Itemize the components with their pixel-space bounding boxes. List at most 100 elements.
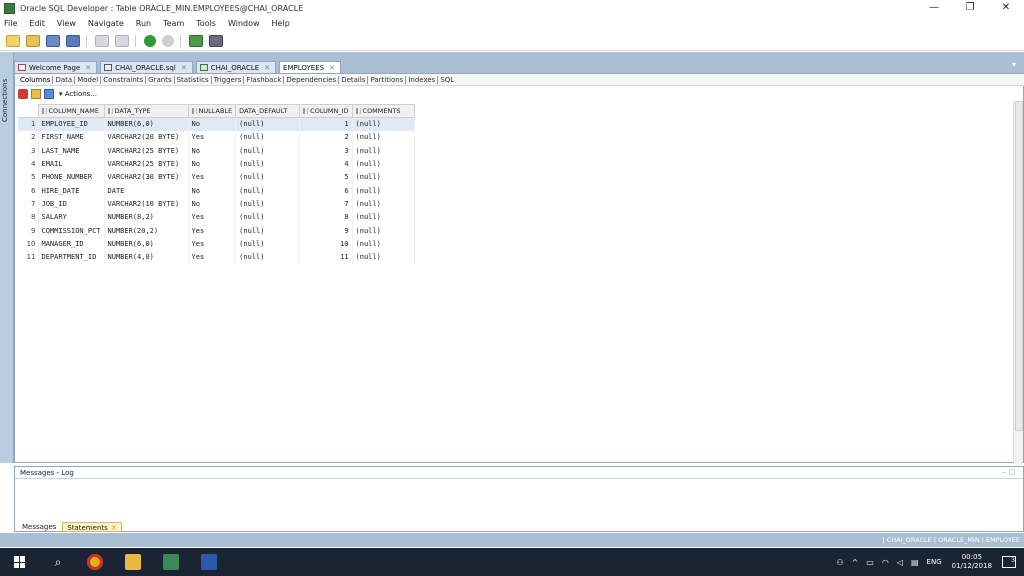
table-row[interactable]: 7 JOB_ID VARCHAR2(10 BYTE) No (null) 7 (null) xyxy=(18,197,415,211)
menu-help[interactable]: Help xyxy=(272,19,290,28)
clock-date: 01/12/2018 xyxy=(951,562,992,570)
minimize-button[interactable]: — xyxy=(916,0,952,16)
search-icon[interactable]: ⌕ xyxy=(48,555,68,570)
vertical-scrollbar[interactable] xyxy=(1013,101,1023,464)
undo-icon[interactable] xyxy=(95,34,109,47)
close-tab-icon[interactable]: ✕ xyxy=(181,64,187,72)
close-tab-icon[interactable]: ✕ xyxy=(329,64,335,72)
forward-icon[interactable] xyxy=(162,34,174,47)
start-button[interactable] xyxy=(0,548,40,576)
table-row[interactable]: 3 LAST_NAME VARCHAR2(25 BYTE) No (null) 3 (nul… xyxy=(18,144,415,158)
connections-label[interactable]: Connections xyxy=(1,79,9,122)
tab-messages[interactable]: Messages xyxy=(18,522,60,532)
table-row[interactable]: 6 HIRE_DATE DATE No (null) 6 (null) xyxy=(18,183,415,198)
volume-icon[interactable]: ◁ xyxy=(897,558,903,567)
windows-logo-icon xyxy=(14,556,26,568)
subtab-columns[interactable]: Columns xyxy=(18,75,54,84)
table-editor: Columns Data Model Constraints Grants St… xyxy=(14,73,1024,464)
table-row[interactable]: 11 DEPARTMENT_ID NUMBER(4,0) Yes (null) 11 (nu… xyxy=(18,250,415,264)
new-file-icon[interactable] xyxy=(6,34,20,47)
subtab-details[interactable]: Details xyxy=(339,75,369,84)
subtab-model[interactable]: Model xyxy=(75,75,102,84)
sql-worksheet-icon[interactable] xyxy=(189,34,203,47)
monitor-icon[interactable] xyxy=(209,34,223,47)
main-workspace: Connections Welcome Page ✕ CHAI_ORACLE.s… xyxy=(0,52,1024,464)
people-icon[interactable]: ⚇ xyxy=(836,558,843,567)
column-header-column-id[interactable]: COLUMN_ID xyxy=(299,104,353,118)
subtab-dependencies[interactable]: Dependencies xyxy=(284,75,340,84)
menu-file[interactable]: File xyxy=(4,19,17,28)
open-folder-icon[interactable] xyxy=(26,34,40,47)
scrollbar-thumb[interactable] xyxy=(1015,101,1023,431)
subtab-constraints[interactable]: Constraints xyxy=(101,75,147,84)
menu-window[interactable]: Window xyxy=(228,19,260,28)
panel-minimize-icon[interactable]: – ▢ xyxy=(1003,468,1015,476)
table-row[interactable]: 5 PHONE_NUMBER VARCHAR2(30 BYTE) Yes (null) 5… xyxy=(18,170,415,184)
keyboard-icon[interactable]: ▤ xyxy=(911,558,919,567)
refresh-icon[interactable] xyxy=(44,89,54,99)
column-header-column-name[interactable]: COLUMN_NAME xyxy=(37,104,105,118)
windows-taskbar: ⌕ ⚇ ^ ▭ ◠ ◁ ▤ ENG 00:05 01/12/2018 3 xyxy=(0,548,1024,576)
language-indicator[interactable]: ENG xyxy=(927,558,942,566)
toolbar-separator xyxy=(180,34,181,47)
column-header-comments[interactable]: COMMENTS xyxy=(351,104,415,118)
object-sub-tabs: Columns Data Model Constraints Grants St… xyxy=(15,74,1024,86)
menu-tools[interactable]: Tools xyxy=(196,19,216,28)
clock[interactable]: 00:05 01/12/2018 xyxy=(952,553,992,571)
tab-statements[interactable]: Statements ✕ xyxy=(62,521,122,532)
subtab-sql[interactable]: SQL xyxy=(438,76,456,84)
save-all-icon[interactable] xyxy=(66,34,80,47)
table-row[interactable]: 1 EMPLOYEE_ID NUMBER(6,0) No (null) 1 (null) xyxy=(18,117,415,131)
tab-employees[interactable]: EMPLOYEES ✕ xyxy=(28,61,341,117)
maximize-button[interactable]: ❐ xyxy=(952,0,988,16)
close-button[interactable]: ✕ xyxy=(988,0,1024,16)
subtab-statistics[interactable]: Statistics xyxy=(175,75,212,84)
tab-list-dropdown-icon[interactable]: ▾ xyxy=(1008,60,1020,72)
actions-menu[interactable]: ▾ Actions... xyxy=(59,90,97,98)
notification-center-icon[interactable]: 3 xyxy=(1002,556,1016,568)
file-explorer-icon[interactable] xyxy=(125,554,141,570)
save-icon[interactable] xyxy=(46,34,60,47)
redo-icon[interactable] xyxy=(115,34,129,47)
back-icon[interactable] xyxy=(144,34,156,47)
menu-view[interactable]: View xyxy=(57,19,76,28)
subtab-data[interactable]: Data xyxy=(53,75,76,84)
table-row[interactable]: 8 SALARY NUMBER(8,2) Yes (null) 8 (null) xyxy=(18,210,415,224)
menu-edit[interactable]: Edit xyxy=(29,19,45,28)
subtab-partitions[interactable]: Partitions xyxy=(368,75,407,84)
close-tab-icon[interactable]: ✕ xyxy=(85,64,91,72)
battery-icon[interactable]: ▭ xyxy=(866,558,874,567)
pin-icon[interactable] xyxy=(18,89,28,99)
messages-tabs: Messages Statements ✕ xyxy=(15,521,124,532)
column-header-data-default[interactable]: DATA_DEFAULT xyxy=(235,104,301,118)
table-row[interactable]: 2 FIRST_NAME VARCHAR2(20 BYTE) Yes (null) 2 (n… xyxy=(18,130,415,145)
sort-icon xyxy=(355,108,361,114)
word-icon[interactable] xyxy=(201,554,217,570)
title-bar: Oracle SQL Developer : Table ORACLE_MIN.… xyxy=(0,0,1024,16)
subtab-indexes[interactable]: Indexes xyxy=(406,75,439,84)
column-header-data-type[interactable]: DATA_TYPE xyxy=(103,104,189,118)
wifi-icon[interactable]: ◠ xyxy=(882,558,889,567)
tab-chai-oracle[interactable]: CHAI_ORACLE ✕ xyxy=(195,61,277,73)
subtab-grants[interactable]: Grants xyxy=(146,75,175,84)
chrome-icon[interactable] xyxy=(87,554,103,570)
subtab-triggers[interactable]: Triggers xyxy=(212,75,245,84)
sql-developer-taskbar-icon[interactable] xyxy=(163,554,179,570)
subtab-flashback[interactable]: Flashback xyxy=(244,75,285,84)
close-tab-icon[interactable]: ✕ xyxy=(264,64,270,72)
show-hidden-icons-icon[interactable]: ^ xyxy=(852,558,859,567)
connections-side-panel[interactable]: Connections xyxy=(0,52,14,463)
menu-team[interactable]: Team xyxy=(163,19,184,28)
tab-chai-oracle-sql[interactable]: CHAI_ORACLE.sql ✕ xyxy=(100,61,193,73)
tab-welcome-page[interactable]: Welcome Page ✕ xyxy=(14,61,98,73)
menu-run[interactable]: Run xyxy=(136,19,151,28)
table-row[interactable]: 4 EMAIL VARCHAR2(25 BYTE) No (null) 4 (null) xyxy=(18,157,415,171)
close-tab-icon[interactable]: ✕ xyxy=(111,524,117,532)
edit-icon[interactable] xyxy=(31,89,41,99)
tab-label: CHAI_ORACLE xyxy=(210,63,260,72)
toolbar-separator xyxy=(86,34,87,47)
table-row[interactable]: 9 COMMISSION_PCT NUMBER(20,2) Yes (null) 9 (nu… xyxy=(18,223,415,238)
menu-navigate[interactable]: Navigate xyxy=(88,19,124,28)
table-row[interactable]: 10 MANAGER_ID NUMBER(6,0) Yes (null) 10 (null) xyxy=(18,237,415,251)
column-header-nullable[interactable]: NULLABLE xyxy=(187,104,237,118)
